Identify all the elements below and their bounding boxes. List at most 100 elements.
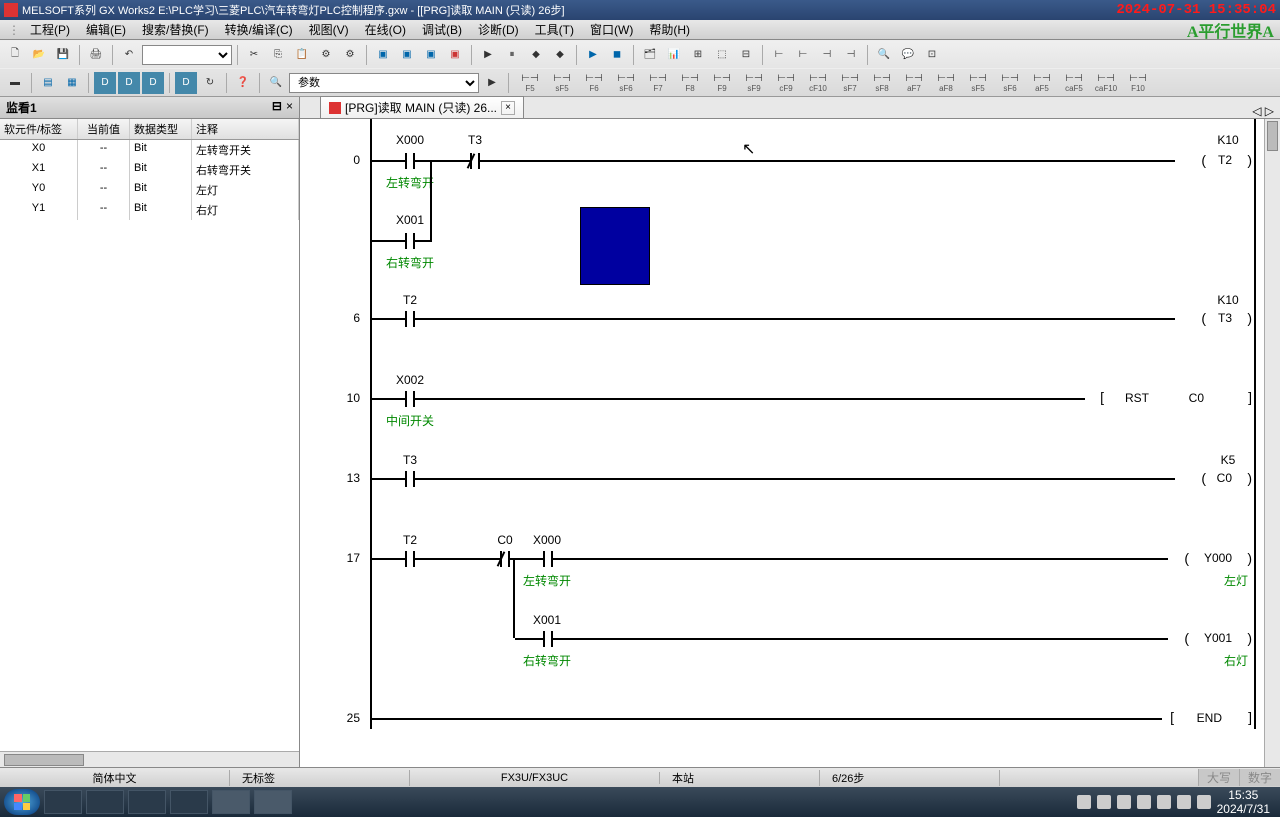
tray-icon[interactable] [1157, 795, 1171, 809]
view2-icon[interactable]: ▤ [37, 72, 59, 94]
ladder-tool-sF5[interactable]: ⊢⊣sF5 [962, 72, 994, 94]
menu-online[interactable]: 在线(O) [359, 19, 412, 40]
sim-start-icon[interactable]: ▶ [582, 44, 604, 66]
new-icon[interactable]: 🗋 [4, 44, 26, 66]
ladder-tool-F6[interactable]: ⊢⊣F6 [578, 72, 610, 94]
no-contact[interactable] [395, 151, 425, 171]
pin-icon[interactable]: ⊟ [272, 99, 282, 116]
col-device[interactable]: 软元件/标签 [0, 119, 78, 139]
col-value[interactable]: 当前值 [78, 119, 130, 139]
ladder-tool-aF8[interactable]: ⊢⊣aF8 [930, 72, 962, 94]
ladder-tool-sF8[interactable]: ⊢⊣sF8 [866, 72, 898, 94]
nc-contact[interactable] [490, 549, 520, 569]
ladder-tool-cF10[interactable]: ⊢⊣cF10 [802, 72, 834, 94]
no-contact[interactable] [395, 389, 425, 409]
col-type[interactable]: 数据类型 [130, 119, 192, 139]
ladder-tool-caF5[interactable]: ⊢⊣caF5 [1058, 72, 1090, 94]
task-app4[interactable] [254, 790, 292, 814]
verify-icon[interactable]: ▣ [420, 44, 442, 66]
task-app2[interactable] [128, 790, 166, 814]
ladder-tool-F10[interactable]: ⊢⊣F10 [1122, 72, 1154, 94]
copy-icon[interactable]: ⎘ [267, 44, 289, 66]
tray-icon[interactable] [1077, 795, 1091, 809]
tray-icon[interactable] [1177, 795, 1191, 809]
no-contact[interactable] [395, 309, 425, 329]
menu-tool[interactable]: 工具(T) [529, 19, 580, 40]
undo-icon[interactable]: ↶ [118, 44, 140, 66]
ladder-tool-sF6[interactable]: ⊢⊣sF6 [994, 72, 1026, 94]
no-contact[interactable] [395, 549, 425, 569]
no-contact[interactable] [533, 549, 563, 569]
ladder-1-icon[interactable]: ⊢ [768, 44, 790, 66]
tray-icon[interactable] [1117, 795, 1131, 809]
paste-icon[interactable]: 📋 [291, 44, 313, 66]
nav-element-icon[interactable]: ⊞ [687, 44, 709, 66]
tab-next-icon[interactable]: ▷ [1265, 104, 1274, 118]
mode2-icon[interactable]: D [118, 72, 140, 94]
read-plc-icon[interactable]: ▣ [396, 44, 418, 66]
view3-icon[interactable]: ▦ [61, 72, 83, 94]
no-contact[interactable] [395, 469, 425, 489]
tray-icon[interactable] [1097, 795, 1111, 809]
ladder-tool-cF9[interactable]: ⊢⊣cF9 [770, 72, 802, 94]
tab-prev-icon[interactable]: ◁ [1252, 104, 1261, 118]
tray-icon[interactable] [1137, 795, 1151, 809]
ladder-tool-aF7[interactable]: ⊢⊣aF7 [898, 72, 930, 94]
task-app1[interactable] [86, 790, 124, 814]
ladder-3-icon[interactable]: ⊣ [816, 44, 838, 66]
monitor-write-icon[interactable]: ◆ [525, 44, 547, 66]
watch-table[interactable]: 软元件/标签 当前值 数据类型 注释 X0--Bit左转弯开关X1--Bit右转… [0, 119, 299, 751]
tab-close-icon[interactable]: × [501, 101, 515, 115]
view1-icon[interactable]: ▬ [4, 72, 26, 94]
watch-hscroll[interactable] [0, 751, 299, 767]
menu-window[interactable]: 窗口(W) [584, 19, 639, 40]
ladder-tool-F7[interactable]: ⊢⊣F7 [642, 72, 674, 94]
nav-list-icon[interactable]: 📊 [663, 44, 685, 66]
nav-find-icon[interactable]: ⊟ [735, 44, 757, 66]
ladder-tool-sF9[interactable]: ⊢⊣sF9 [738, 72, 770, 94]
ladder-tool-aF5[interactable]: ⊢⊣aF5 [1026, 72, 1058, 94]
open-icon[interactable]: 📂 [28, 44, 50, 66]
menu-project[interactable]: 工程(P) [24, 19, 76, 40]
menu-help[interactable]: 帮助(H) [643, 19, 696, 40]
ladder-tool-sF7[interactable]: ⊢⊣sF7 [834, 72, 866, 94]
cut-icon[interactable]: ✂ [243, 44, 265, 66]
watch-row[interactable]: X0--Bit左转弯开关 [0, 140, 299, 160]
system-tray[interactable]: 15:35 2024/7/31 [1077, 788, 1276, 816]
monitor-icon[interactable]: ▣ [444, 44, 466, 66]
editor-tab[interactable]: [PRG]读取 MAIN (只读) 26... × [320, 96, 524, 118]
menu-convert[interactable]: 转换/编译(C) [219, 19, 299, 40]
save-icon[interactable]: 💾 [52, 44, 74, 66]
task-app3[interactable] [170, 790, 208, 814]
param-combo[interactable]: 参数 [289, 73, 479, 93]
ladder-tool-sF6[interactable]: ⊢⊣sF6 [610, 72, 642, 94]
ladder-tool-F8[interactable]: ⊢⊣F8 [674, 72, 706, 94]
compile-all-icon[interactable]: ⚙ [339, 44, 361, 66]
print-icon[interactable]: 🖨 [85, 44, 107, 66]
monitor-edit-icon[interactable]: ◆ [549, 44, 571, 66]
ladder-editor[interactable]: 0 X000 左转弯开 T3 K10 ( T2 ) X001 右转弯开 [300, 119, 1280, 767]
col-comment[interactable]: 注释 [192, 119, 299, 139]
no-contact[interactable] [395, 231, 425, 251]
refresh-icon[interactable]: ↻ [199, 72, 221, 94]
tray-icon[interactable] [1197, 795, 1211, 809]
go-icon[interactable]: ▶ [481, 72, 503, 94]
watch-row[interactable]: Y0--Bit左灯 [0, 180, 299, 200]
monitor-stop-icon[interactable]: ⏸ [501, 44, 523, 66]
comment-icon[interactable]: 💬 [897, 44, 919, 66]
nav-tree-icon[interactable]: 🗂 [639, 44, 661, 66]
start-button[interactable] [4, 789, 40, 815]
menu-find[interactable]: 搜索/替换(F) [136, 19, 215, 40]
close-icon[interactable]: × [286, 99, 293, 116]
menu-edit[interactable]: 编辑(E) [80, 19, 132, 40]
mode1-icon[interactable]: D [94, 72, 116, 94]
menu-diagnose[interactable]: 诊断(D) [472, 19, 525, 40]
ladder-tool-caF10[interactable]: ⊢⊣caF10 [1090, 72, 1122, 94]
mode3-icon[interactable]: D [142, 72, 164, 94]
write-plc-icon[interactable]: ▣ [372, 44, 394, 66]
nc-contact[interactable] [460, 151, 490, 171]
ladder-4-icon[interactable]: ⊣ [840, 44, 862, 66]
ladder-2-icon[interactable]: ⊢ [792, 44, 814, 66]
find-icon[interactable]: 🔍 [265, 72, 287, 94]
vertical-scrollbar[interactable] [1264, 119, 1280, 767]
